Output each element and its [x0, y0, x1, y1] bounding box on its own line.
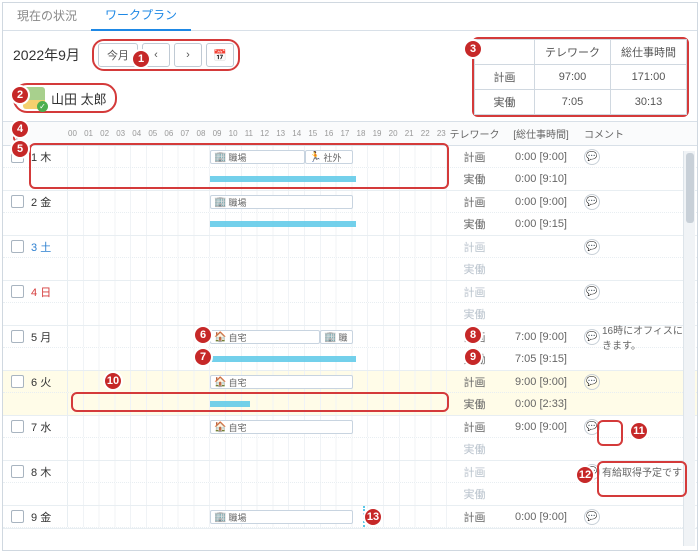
run-icon: 🏃 [309, 152, 321, 163]
building-icon: 🏢 [214, 197, 226, 208]
tab-current[interactable]: 現在の状況 [3, 1, 91, 30]
timeline-plan[interactable]: 🏠自宅 [67, 371, 447, 392]
timeline-plan[interactable]: 🏠自宅 🏢職 [67, 326, 447, 347]
timeline-actual[interactable] [67, 483, 447, 505]
building-icon: 🏢 [214, 152, 226, 163]
vertical-scrollbar[interactable] [683, 151, 695, 546]
comment-icon[interactable]: 💬 [584, 509, 600, 525]
comment-icon[interactable]: 💬 [584, 374, 600, 390]
comment-icon[interactable]: 💬 [584, 149, 600, 165]
timeline-actual[interactable] [67, 168, 447, 190]
timeline-plan[interactable]: 🏢職場 [67, 191, 447, 212]
row-checkbox[interactable] [11, 375, 24, 388]
comment-icon[interactable]: 💬 [584, 239, 600, 255]
summary-table: テレワーク総仕事時間 計画97:00171:00 実働7:0530:13 [472, 37, 689, 117]
home-icon: 🏠 [214, 377, 226, 388]
comment-icon[interactable]: 💬 [584, 284, 600, 300]
comment-icon[interactable]: 💬 [584, 329, 600, 345]
timeline-actual[interactable] [67, 393, 447, 415]
timeline-actual[interactable] [67, 258, 447, 280]
col-telework: テレワーク [447, 126, 502, 141]
row-checkbox[interactable] [11, 285, 24, 298]
next-month-button[interactable]: › [174, 43, 202, 67]
row-checkbox[interactable] [11, 195, 24, 208]
timeline-plan[interactable]: 🏢職場 [67, 506, 447, 527]
home-icon: 🏠 [214, 332, 226, 343]
row-checkbox[interactable] [11, 465, 24, 478]
row-checkbox[interactable] [11, 330, 24, 343]
timeline-actual[interactable] [67, 348, 447, 370]
timeline-actual[interactable] [67, 438, 447, 460]
month-label: 2022年9月 [13, 45, 80, 65]
user-name: 山田 太郎 [51, 89, 107, 108]
hour-scale: 0001020304050607080910111213141516171819… [67, 129, 447, 138]
col-hours: [総仕事時間] [502, 126, 580, 141]
comment-text: 有給取得予定です [602, 464, 682, 479]
timeline-actual[interactable] [67, 303, 447, 325]
timeline-plan[interactable]: 🏢職場 🏃社外 [67, 146, 447, 167]
row-checkbox[interactable] [11, 420, 24, 433]
timeline-plan[interactable] [67, 461, 447, 482]
building-icon: 🏢 [214, 512, 226, 523]
comment-icon[interactable]: 💬 [584, 194, 600, 210]
timeline-actual[interactable] [67, 213, 447, 235]
day-rows: 1 木 🏢職場 🏃社外 計画 0:00 [9:00] 💬 実働 0:00 [9:… [3, 146, 697, 546]
row-checkbox[interactable] [11, 510, 24, 523]
calendar-button[interactable]: 📅 [206, 43, 234, 67]
timeline-plan[interactable]: 🏠自宅 [67, 416, 447, 437]
building-icon: 🏢 [324, 332, 336, 343]
comment-icon[interactable]: 💬 [584, 419, 600, 435]
row-checkbox[interactable] [11, 240, 24, 253]
col-comment: コメント [580, 126, 697, 141]
timeline-plan[interactable] [67, 236, 447, 257]
tab-workplan[interactable]: ワークプラン [91, 0, 191, 31]
home-icon: 🏠 [214, 422, 226, 433]
timeline-plan[interactable] [67, 281, 447, 302]
